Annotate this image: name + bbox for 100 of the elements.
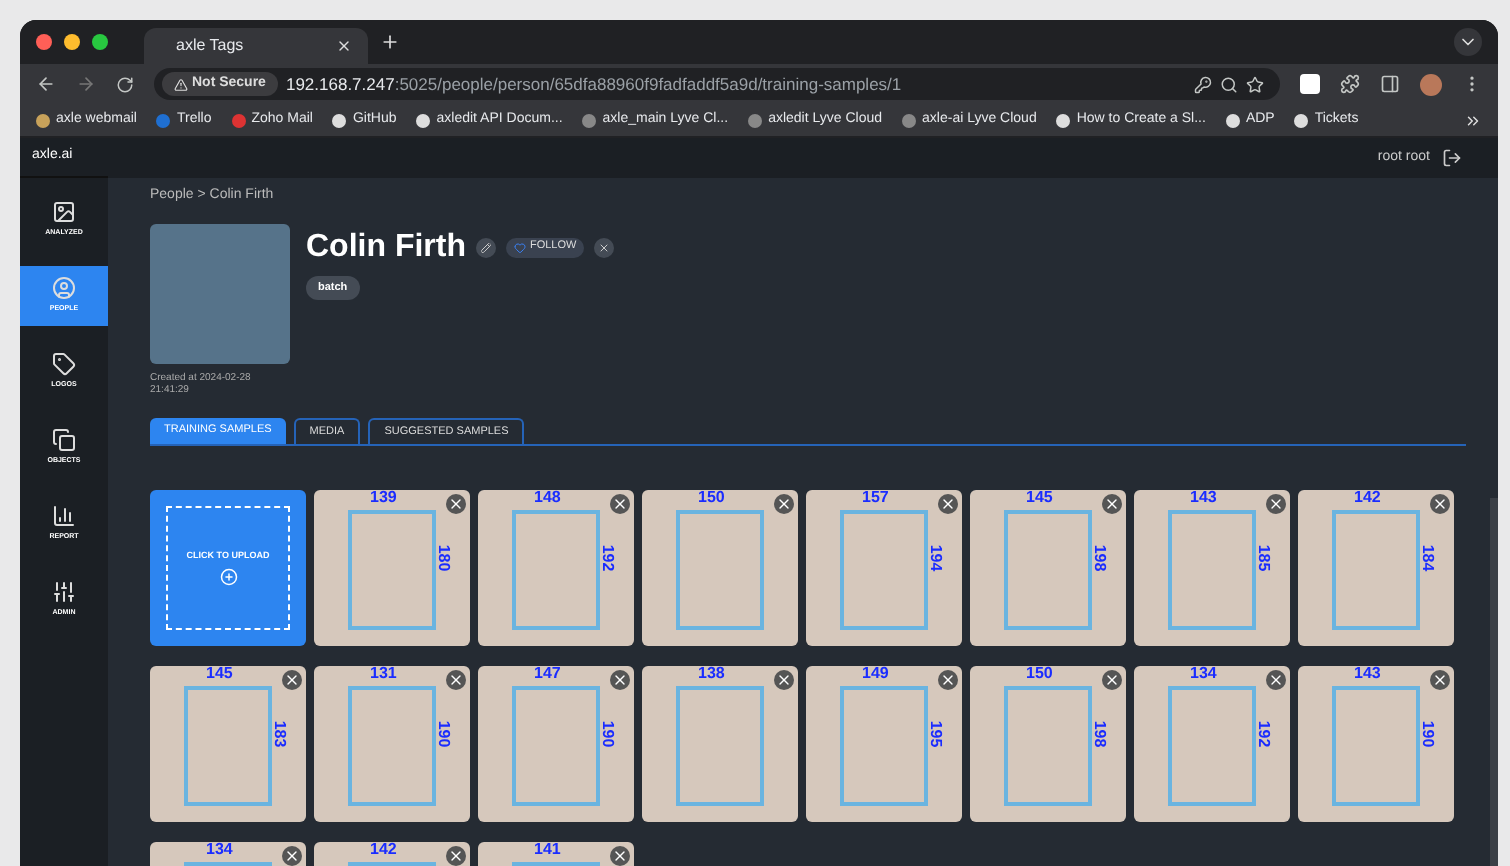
bookmark-favicon-icon [416,113,431,127]
remove-icon[interactable] [1430,494,1450,514]
face-photo[interactable]: 145 183 [150,666,306,822]
face-photo[interactable]: 141 [478,842,634,866]
remove-icon[interactable] [1266,494,1286,514]
face-box [1168,510,1256,630]
box-width-label: 138 [698,666,725,682]
tab-search-icon[interactable] [1454,28,1482,56]
bookmark-favicon-icon [1056,113,1071,127]
face-photo[interactable]: 145 198 [970,490,1126,646]
face-photo[interactable]: 150 198 [970,666,1126,822]
box-height-label: 190 [599,720,616,748]
box-width-label: 157 [862,490,889,506]
box-width-label: 141 [534,842,561,858]
forward-icon[interactable] [76,74,96,94]
remove-icon[interactable] [1102,494,1122,514]
box-height-label: 183 [271,720,288,748]
url-host: 192.168.7.247 [285,71,395,97]
box-height-label: 190 [1419,720,1436,748]
remove-icon[interactable] [446,494,466,514]
face-box [184,686,272,806]
remove-icon[interactable] [446,846,466,866]
face-box [676,686,764,806]
browser-tab[interactable]: axle Tags [144,28,368,64]
remove-icon[interactable] [938,494,958,514]
box-width-label: 134 [206,842,233,858]
close-tab-icon[interactable] [336,38,352,54]
face-photo[interactable]: 134 192 [1134,666,1290,822]
back-icon[interactable] [36,74,56,94]
url-path: :5025/people/person/65dfa88960f9fadfaddf5a9d/training-samples/1 [394,71,904,97]
face-photo[interactable]: 134 [150,842,306,866]
bookmark-favicon-icon [332,113,347,127]
remove-icon[interactable] [282,846,302,866]
box-width-label: 148 [534,490,561,506]
remove-icon[interactable] [610,846,630,866]
remove-icon[interactable] [1430,670,1450,690]
face-photo[interactable]: 131 190 [314,666,470,822]
remove-icon[interactable] [282,670,302,690]
face-photo[interactable]: 138 [642,666,798,822]
bookmark-favicon-icon [36,113,50,127]
face-photo[interactable]: 149 195 [806,666,962,822]
face-box [1332,510,1420,630]
bookmark-favicon-icon [1225,113,1240,127]
more-bookmarks-icon[interactable] [1464,111,1482,129]
box-width-label: 147 [534,666,561,682]
face-box [512,510,600,630]
bookmark-star-icon[interactable] [1246,75,1264,93]
face-photo[interactable]: 143 185 [1134,490,1290,646]
sidebar-item-icon [52,580,76,605]
close-icon[interactable] [594,237,615,257]
extension-icon[interactable] [1300,74,1320,94]
face-box [1332,686,1420,806]
reload-icon[interactable] [116,75,134,93]
face-photo[interactable]: 143 190 [1298,666,1454,822]
box-width-label: 131 [370,666,397,682]
zoom-icon[interactable] [1220,75,1238,93]
face-box [840,686,928,806]
sidebar-item-icon [52,200,76,225]
sidebar-item-icon [52,504,76,529]
side-panel-icon[interactable] [1380,74,1400,94]
warning-icon [174,77,188,91]
person-name: Colin Firth [306,227,466,267]
box-height-label: 184 [1419,544,1436,572]
box-height-label: 192 [599,544,616,572]
remove-icon[interactable] [1102,670,1122,690]
remove-icon[interactable] [610,670,630,690]
remove-icon[interactable] [774,494,794,514]
key-icon[interactable] [1194,75,1212,93]
face-box [348,686,436,806]
box-height-label: 195 [927,720,944,748]
face-box [676,510,764,630]
bookmark-favicon-icon [156,113,171,127]
face-photo[interactable]: 142 [314,842,470,866]
remove-icon[interactable] [1266,670,1286,690]
box-width-label: 145 [206,666,233,682]
face-photo[interactable]: 139 180 [314,490,470,646]
face-photo[interactable]: 142 184 [1298,490,1454,646]
remove-icon[interactable] [938,670,958,690]
logout-icon[interactable] [1442,148,1462,168]
profile-avatar[interactable] [1420,73,1442,95]
remove-icon[interactable] [610,494,630,514]
box-height-label: 198 [1091,720,1108,748]
new-tab-icon[interactable] [380,32,400,52]
face-photo[interactable]: 150 [642,490,798,646]
bookmark-favicon-icon [582,113,597,127]
face-photo[interactable]: 157 194 [806,490,962,646]
face-photo[interactable]: 148 192 [478,490,634,646]
remove-icon[interactable] [446,670,466,690]
bookmark-favicon-icon [231,113,246,127]
edit-icon[interactable] [475,237,496,257]
box-width-label: 150 [698,490,725,506]
box-width-label: 150 [1026,666,1053,682]
face-photo[interactable]: 147 190 [478,666,634,822]
bookmark-favicon-icon [748,113,763,127]
extensions-icon[interactable] [1340,74,1360,94]
remove-icon[interactable] [774,670,794,690]
box-height-label: 180 [435,544,452,572]
box-width-label: 143 [1354,666,1381,682]
face-box [348,510,436,630]
face-box [1168,686,1256,806]
